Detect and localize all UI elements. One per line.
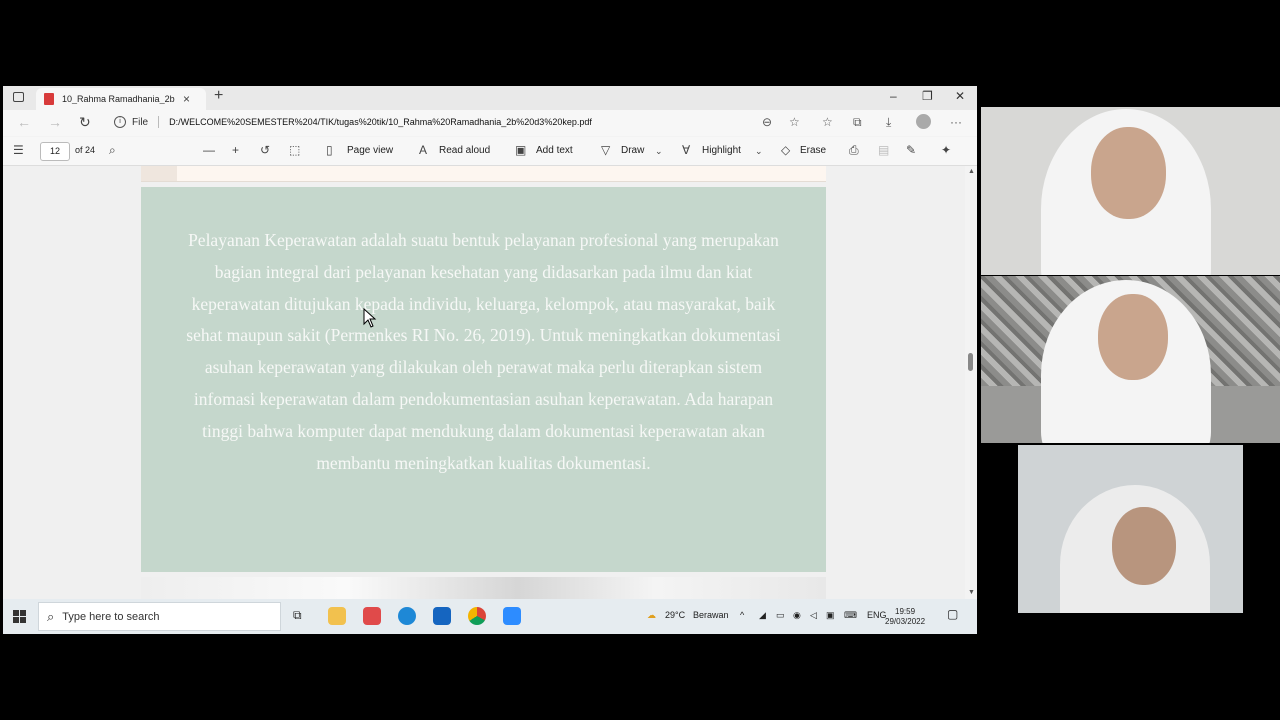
reload-button[interactable]: ↻	[79, 114, 91, 131]
pdf-page: Pelayanan Keperawatan adalah suatu bentu…	[141, 187, 826, 572]
zoom-app-icon[interactable]	[503, 607, 521, 625]
find-icon[interactable]: ⌕	[109, 143, 116, 158]
store-app-icon[interactable]	[363, 607, 381, 625]
fit-page-icon[interactable]: ⬚	[289, 143, 300, 157]
address-bar: ← → ↻ i File D:/WELCOME%20SEMESTER%204/T…	[3, 110, 977, 136]
pin-icon[interactable]: ✦	[941, 143, 951, 157]
task-view-icon[interactable]: ⧉	[293, 608, 302, 623]
tab-actions-icon[interactable]	[13, 92, 24, 102]
close-window-button[interactable]: ✕	[955, 89, 965, 103]
camera-icon[interactable]: ▣	[826, 610, 835, 621]
video-participant-3	[1018, 445, 1243, 613]
erase-button[interactable]: Erase	[800, 145, 826, 156]
draw-icon: ▽	[601, 143, 611, 157]
rotate-icon[interactable]: ↺	[260, 143, 270, 157]
scroll-down-icon[interactable]: ▼	[968, 589, 975, 596]
hidden-icons-chevron-up-icon[interactable]: ^	[740, 610, 744, 620]
keyboard-icon[interactable]: ⌨	[844, 610, 857, 621]
url-text[interactable]: D:/WELCOME%20SEMESTER%204/TIK/tugas%20ti…	[169, 117, 592, 127]
zoom-out-icon[interactable]: —	[203, 143, 215, 157]
contents-icon[interactable]: ☰	[13, 143, 24, 157]
weather-description[interactable]: Berawan	[693, 610, 729, 620]
clock[interactable]: 19:59 29/03/2022	[885, 607, 925, 627]
page-total: of 24	[75, 145, 96, 155]
scroll-up-icon[interactable]: ▲	[968, 168, 975, 175]
tab-title: 10_Rahma Ramadhania_2b d3 k	[62, 94, 177, 104]
vertical-scrollbar[interactable]: ▲ ▼	[965, 166, 977, 599]
search-placeholder: Type here to search	[62, 610, 160, 623]
weather-icon: ☁	[647, 610, 656, 620]
weather-temperature[interactable]: 29°C	[665, 610, 685, 620]
volume-icon[interactable]: ◁	[810, 610, 817, 621]
print-icon[interactable]: ⎙	[849, 143, 859, 158]
video-participant-2	[981, 276, 1280, 443]
address-field[interactable]: i File D:/WELCOME%20SEMESTER%204/TIK/tug…	[114, 116, 592, 128]
draw-button[interactable]: Draw	[621, 145, 644, 156]
windows-start-icon[interactable]	[13, 610, 26, 623]
file-scheme-label: File	[132, 116, 149, 128]
page-view-button[interactable]: Page view	[347, 145, 393, 156]
file-explorer-icon[interactable]	[328, 607, 346, 625]
participant-1-face	[1091, 127, 1166, 219]
read-aloud-button[interactable]: Read aloud	[439, 145, 490, 156]
add-text-button[interactable]: Add text	[536, 145, 573, 156]
edge-browser-icon[interactable]	[398, 607, 416, 625]
erase-icon: ◇	[781, 143, 791, 157]
page-number-input[interactable]: 12	[40, 142, 70, 161]
clock-date: 29/03/2022	[885, 617, 926, 626]
tab-bar: 10_Rahma Ramadhania_2b d3 k × + – ❐ ✕	[3, 86, 977, 110]
previous-page	[141, 166, 826, 182]
info-icon[interactable]: i	[114, 116, 126, 128]
search-icon: ⌕	[47, 608, 55, 624]
taskbar: ⌕ Type here to search ⧉ ☁ 29°C Berawan ^…	[3, 599, 977, 634]
next-page	[141, 577, 826, 599]
page-paragraph: Pelayanan Keperawatan adalah suatu bentu…	[186, 230, 781, 473]
page-view-icon: ▯	[326, 143, 333, 157]
notifications-icon[interactable]: ▢	[947, 607, 958, 621]
pdf-document-area[interactable]: Pelayanan Keperawatan adalah suatu bentu…	[3, 166, 977, 599]
favorites-icon[interactable]: ☆	[822, 115, 833, 129]
highlight-chevron-down-icon[interactable]: ⌄	[755, 146, 763, 157]
new-tab-button[interactable]: +	[214, 87, 223, 105]
browser-window: 10_Rahma Ramadhania_2b d3 k × + – ❐ ✕ ← …	[3, 86, 977, 634]
tab-close-icon[interactable]: ×	[183, 92, 190, 106]
address-separator	[158, 116, 160, 128]
add-text-icon: ▣	[515, 143, 527, 157]
mouse-cursor-icon	[363, 308, 377, 328]
battery-icon[interactable]: ▭	[776, 610, 785, 621]
add-favorite-icon[interactable]: ☆	[789, 115, 800, 129]
highlight-icon: ∀	[682, 143, 691, 157]
pdf-toolbar: ☰ 12 of 24 ⌕ — + ↺ ⬚ ▯ Page view A Read …	[3, 137, 977, 166]
microsoft-store-icon[interactable]	[433, 607, 451, 625]
network-icon[interactable]: ◢	[759, 610, 766, 621]
meet-now-icon[interactable]: ◉	[793, 610, 801, 621]
tab-pdf-document[interactable]: 10_Rahma Ramadhania_2b d3 k ×	[36, 88, 206, 110]
read-aloud-icon: A	[419, 143, 428, 157]
downloads-icon[interactable]: ⤓	[886, 115, 891, 130]
restore-button[interactable]: ❐	[922, 89, 933, 103]
taskbar-search[interactable]: ⌕ Type here to search	[38, 602, 281, 631]
zoom-icon[interactable]: ⊖	[762, 115, 772, 129]
forward-button[interactable]: →	[48, 114, 62, 130]
save-icon[interactable]: ▤	[878, 143, 889, 157]
save-as-icon[interactable]: ✎	[906, 143, 916, 157]
pdf-file-icon	[44, 93, 54, 105]
chrome-icon[interactable]	[468, 607, 486, 625]
participant-2-face	[1098, 294, 1168, 380]
settings-more-icon[interactable]: ···	[950, 115, 962, 129]
language-indicator[interactable]: ENG	[867, 610, 887, 620]
participant-3-face	[1112, 507, 1176, 585]
back-button[interactable]: ←	[17, 114, 31, 130]
clock-time: 19:59	[895, 607, 916, 616]
scrollbar-thumb[interactable]	[968, 353, 973, 371]
video-participant-1	[981, 107, 1280, 275]
profile-avatar[interactable]	[916, 114, 931, 129]
collections-icon[interactable]: ⧉	[853, 115, 862, 130]
zoom-in-icon[interactable]: +	[232, 143, 239, 157]
minimize-button[interactable]: –	[890, 89, 897, 103]
highlight-button[interactable]: Highlight	[702, 145, 741, 156]
draw-chevron-down-icon[interactable]: ⌄	[655, 146, 663, 157]
